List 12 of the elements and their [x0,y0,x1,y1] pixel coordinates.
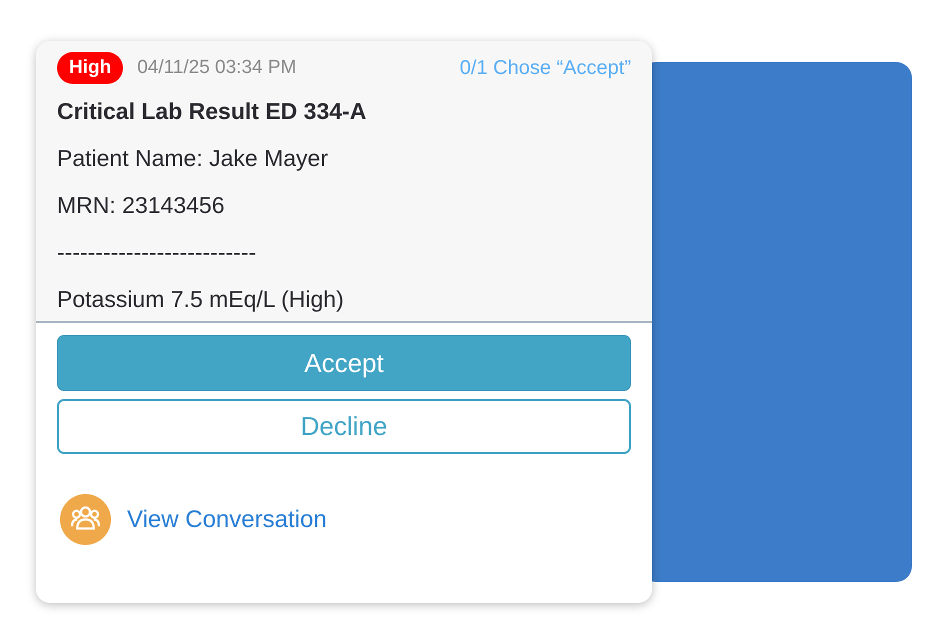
alert-line: Patient Name: Jake Mayer [57,145,330,172]
group-icon [60,494,111,545]
decline-button[interactable]: Decline [57,399,631,454]
alert-line: -------------------------- [57,239,258,266]
timestamp: 04/11/25 03:34 PM [137,57,296,79]
response-status: 0/1 Chose “Accept” [460,56,631,80]
alert-line: Potassium 7.5 mEq/L (High) [57,286,345,313]
priority-badge: High [57,52,124,84]
accept-button[interactable]: Accept [57,335,631,391]
view-conversation-link[interactable]: View Conversation [127,506,327,534]
alert-line: MRN: 23143456 [57,192,226,219]
alert-title: Critical Lab Result ED 334-A [57,98,368,125]
